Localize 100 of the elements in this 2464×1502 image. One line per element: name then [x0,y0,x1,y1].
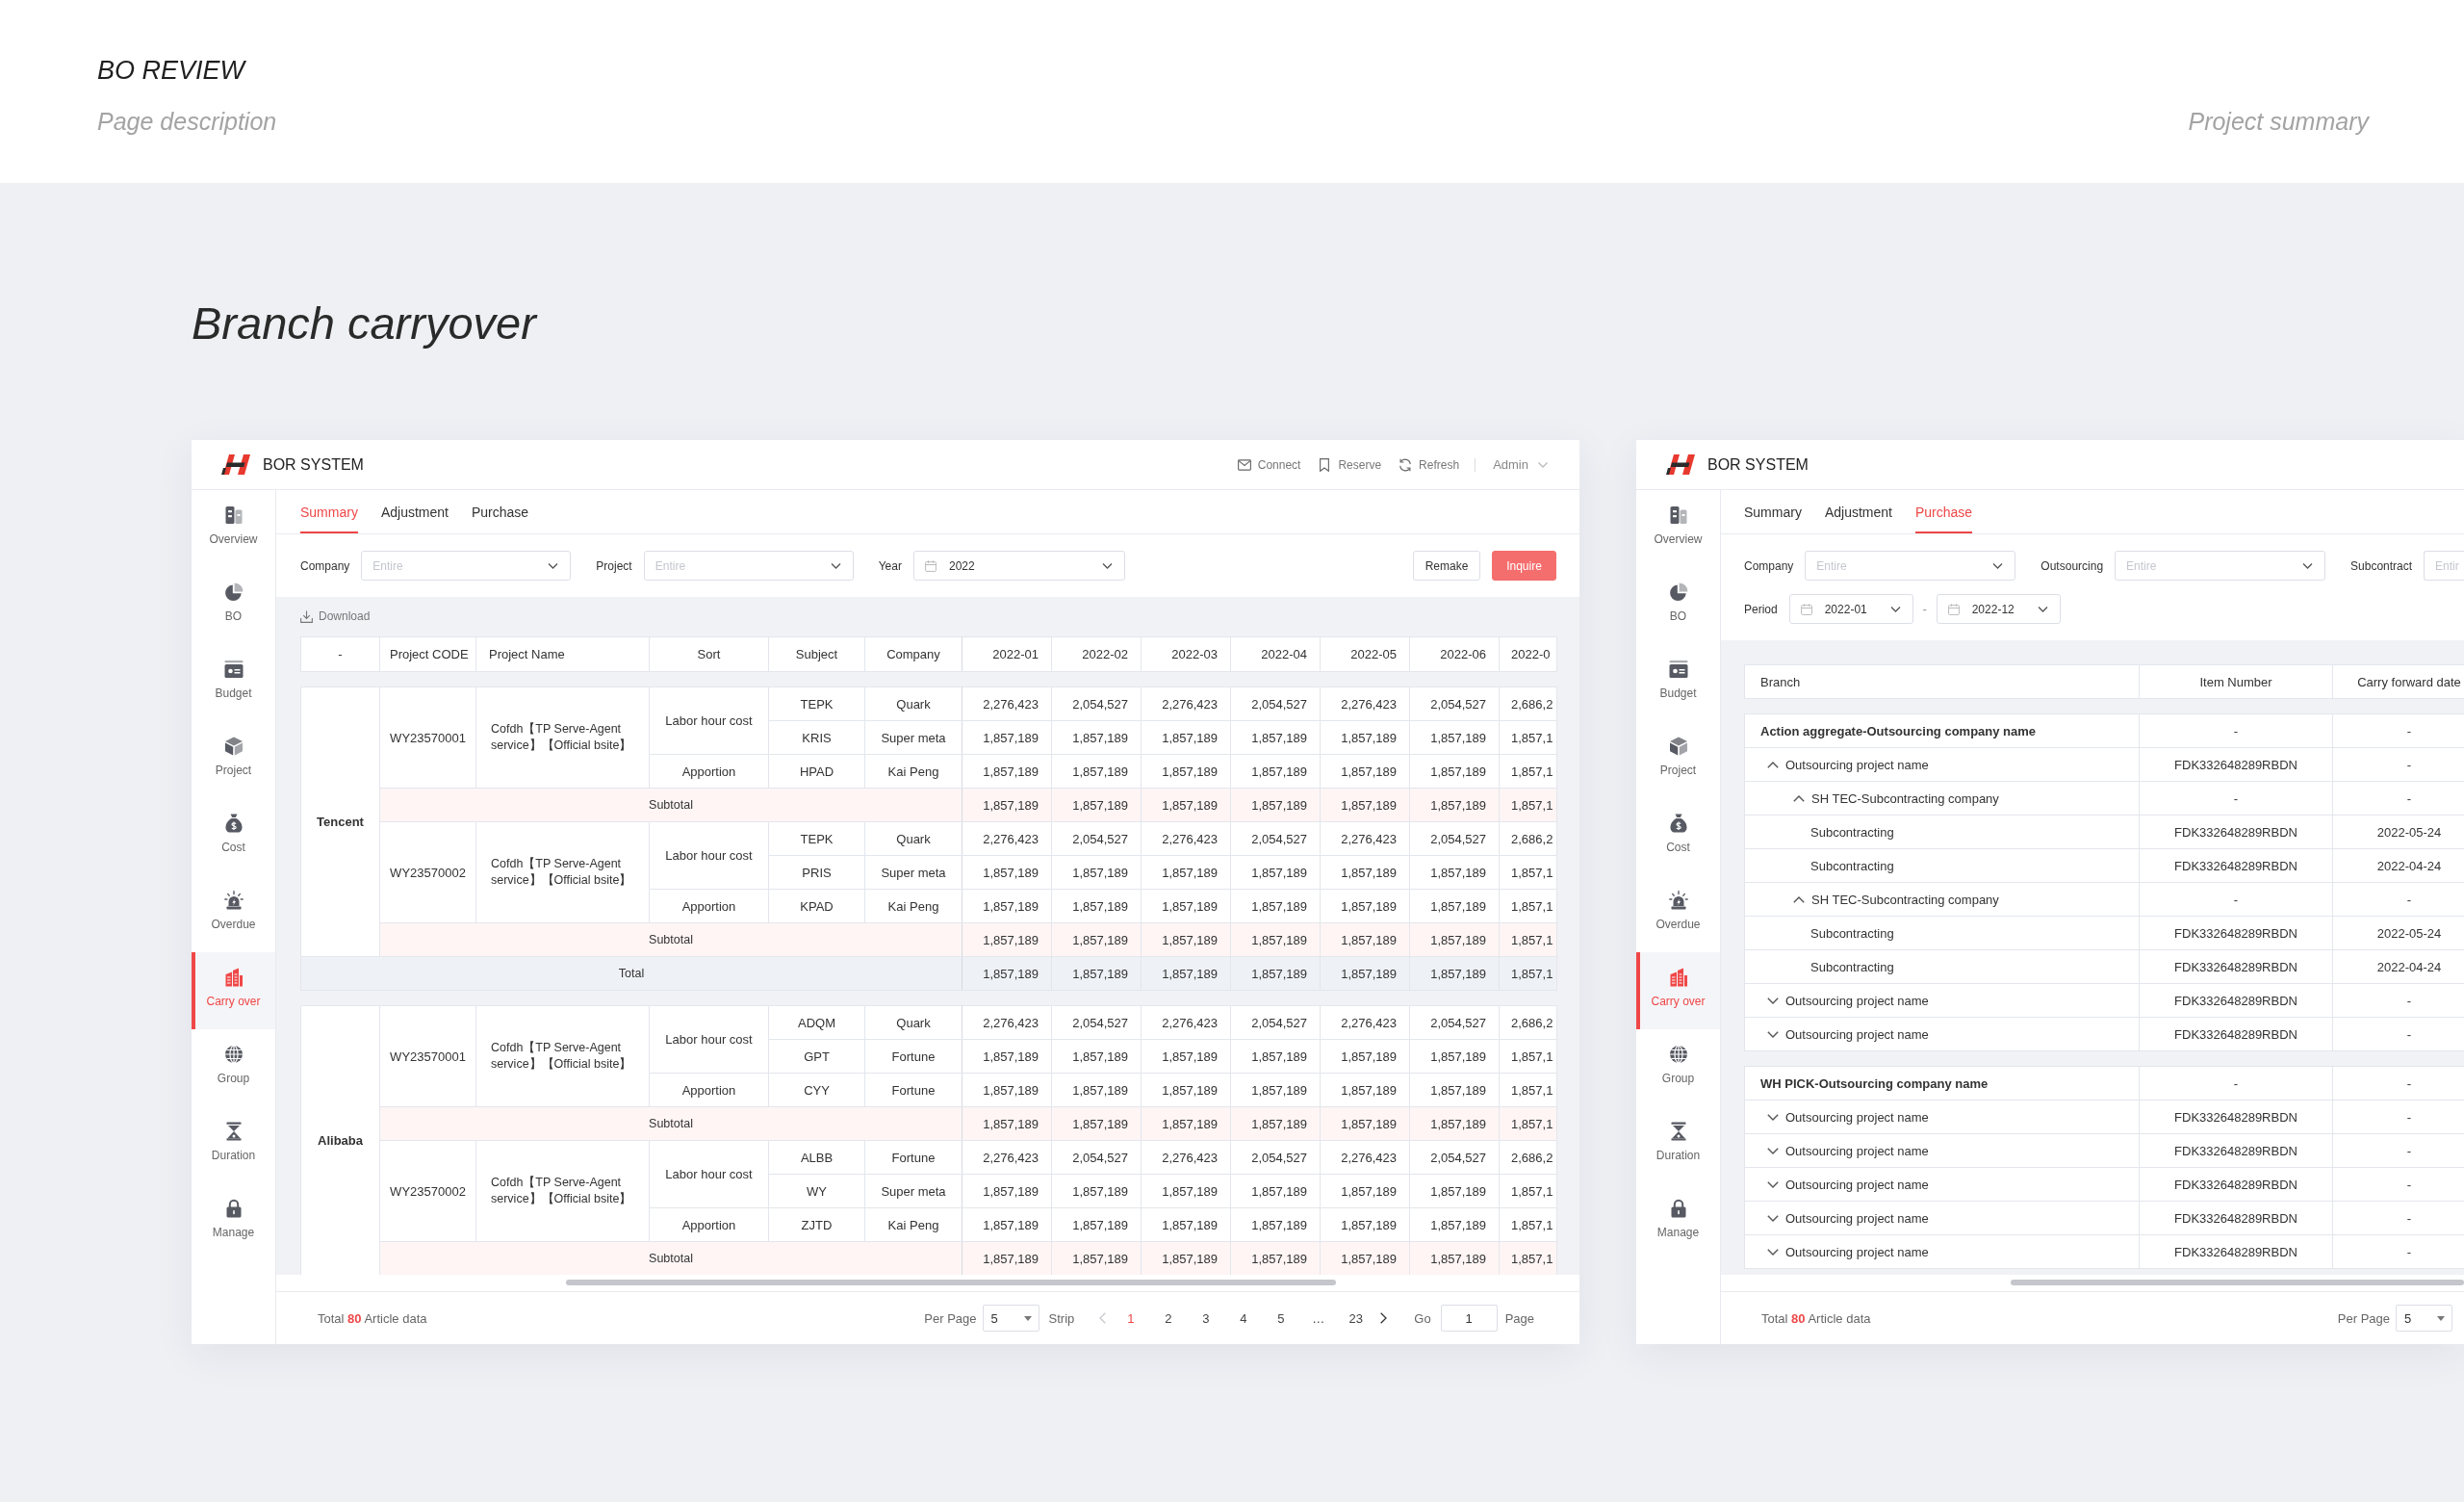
sidebar-item[interactable]: BO [192,567,275,644]
siren-icon [1668,891,1688,910]
sidebar-item[interactable]: Overdue [192,875,275,952]
table-cell: 1,857,189 [1320,1174,1410,1208]
sidebar-item[interactable]: Project [1636,721,1720,798]
sidebar-item[interactable]: Overview [1636,490,1720,567]
table-cell: 2,276,423 [962,1140,1052,1175]
pie-chart-icon [223,583,244,602]
chevron-down-icon[interactable] [1767,1215,1779,1223]
page-link[interactable]: … [1299,1310,1338,1326]
table-cell: 1,857,189 [1141,1174,1231,1208]
table-cell: 1,857,1 [1499,922,1557,957]
sidebar-item[interactable]: Cost [192,798,275,875]
page-link[interactable]: 3 [1187,1310,1225,1326]
header-link[interactable]: Reserve [1318,457,1382,472]
table-cell: Kai Peng [864,889,962,923]
tab[interactable]: Adjustment [380,490,449,533]
chevron-down-icon[interactable] [1767,1031,1779,1039]
scrollbar-thumb[interactable] [566,1280,1336,1285]
table-cell: GPT [768,1039,865,1074]
chevron-down-icon[interactable] [1767,1148,1779,1155]
page-size-select[interactable]: 5 [2396,1305,2452,1332]
sidebar-item[interactable]: Manage [192,1183,275,1260]
sidebar-item[interactable]: Manage [1636,1183,1720,1260]
table-cell: 1,857,189 [1320,788,1410,822]
sidebar-item[interactable]: Budget [1636,644,1720,721]
chevron-up-icon[interactable] [1767,762,1779,769]
table-cell: 1,857,189 [1230,1106,1321,1141]
date-field[interactable]: 2022-01 [1788,594,1913,624]
sidebar-item[interactable]: Carry over [192,952,275,1029]
column-header: Company [864,636,962,672]
table-cell: 1,857,189 [1409,720,1500,755]
sidebar-item[interactable]: Group [192,1029,275,1106]
sidebar-item[interactable]: Duration [192,1106,275,1183]
table-cell: 1,857,189 [1320,1073,1410,1107]
table-cell: FDK332648289RBDN [2139,983,2333,1018]
table-cell: 1,857,189 [962,1241,1052,1275]
tab[interactable]: Adjustment [1824,490,1892,533]
chevron-down-icon [1101,562,1113,569]
tab[interactable]: Summary [1744,490,1802,533]
table-cell: 1,857,189 [1230,1073,1321,1107]
page-link[interactable]: 5 [1262,1310,1300,1326]
table-cell: 1,857,189 [1320,956,1410,991]
chevron-down-icon[interactable] [1767,1181,1779,1189]
table-cell: KPAD [768,889,865,923]
download-icon [300,609,313,623]
table-cell: FDK332648289RBDN [2139,916,2333,950]
chevron-down-icon[interactable] [1767,1249,1779,1256]
header-link[interactable]: Refresh [1399,457,1460,472]
chevron-up-icon[interactable] [1793,896,1805,904]
sidebar-item[interactable]: BO [1636,567,1720,644]
chevron-down-icon [830,562,841,569]
chevron-down-icon[interactable] [1767,997,1779,1005]
sidebar-item[interactable]: Carry over [1636,952,1720,1029]
table-cell: Quark [864,686,962,721]
table-cell: 1,857,189 [1141,1207,1231,1242]
column-header: 2022-02 [1051,636,1142,672]
table-cell: Total [300,956,962,991]
sidebar-item[interactable]: Cost [1636,798,1720,875]
page-number-field[interactable]: 1 [1440,1305,1498,1332]
download-link[interactable]: Download [300,607,371,626]
chevron-right-icon[interactable] [1380,1312,1388,1324]
page-link[interactable]: 4 [1224,1310,1263,1326]
bookmark-icon [1318,457,1332,472]
date-field[interactable]: 2022-12 [1936,594,2061,624]
tab[interactable]: Purchase [1914,490,1973,533]
date-field[interactable]: 2022 [912,551,1125,581]
header-link[interactable]: Connect [1237,457,1301,472]
sidebar-item[interactable]: Duration [1636,1106,1720,1183]
filter-label: Company [1744,558,1794,573]
table-cell: 1,857,189 [1409,855,1500,890]
table-cell: FDK332648289RBDN [2139,848,2333,883]
page-link[interactable]: 23 [1337,1310,1375,1326]
sidebar-item[interactable]: Budget [192,644,275,721]
table-cell: 1,857,189 [962,1106,1052,1141]
sidebar-item[interactable]: Group [1636,1029,1720,1106]
tab[interactable]: Summary [300,490,358,533]
table-cell: 1,857,1 [1499,1073,1557,1107]
table-cell: 1,857,189 [1051,720,1142,755]
go-label: Go [1414,1310,1431,1326]
table-cell: 1,857,189 [1320,754,1410,789]
page-size-select[interactable]: 5 [982,1305,1040,1332]
sidebar-item[interactable]: Overdue [1636,875,1720,952]
user-menu[interactable]: Admin [1493,457,1548,472]
chevron-down-icon[interactable] [1767,1114,1779,1122]
scrollbar-thumb[interactable] [2011,1280,2464,1285]
page-link[interactable]: 1 [1112,1310,1150,1326]
table-cell: 2,276,423 [1320,1005,1410,1040]
table-cell: 1,857,189 [1051,1174,1142,1208]
sidebar-item[interactable]: Overview [192,490,275,567]
table-cell: 1,857,189 [1141,855,1231,890]
page-link[interactable]: 2 [1149,1310,1188,1326]
chevron-up-icon[interactable] [1793,795,1805,803]
table-cell: 1,857,189 [1230,754,1321,789]
table-cell: FDK332648289RBDN [2139,1201,2333,1235]
sidebar-item[interactable]: Project [192,721,275,798]
secondary-button[interactable]: Remake [1413,551,1480,581]
money-bag-icon [223,814,244,833]
tab[interactable]: Purchase [471,490,529,533]
chevron-down-icon [1992,562,2004,569]
